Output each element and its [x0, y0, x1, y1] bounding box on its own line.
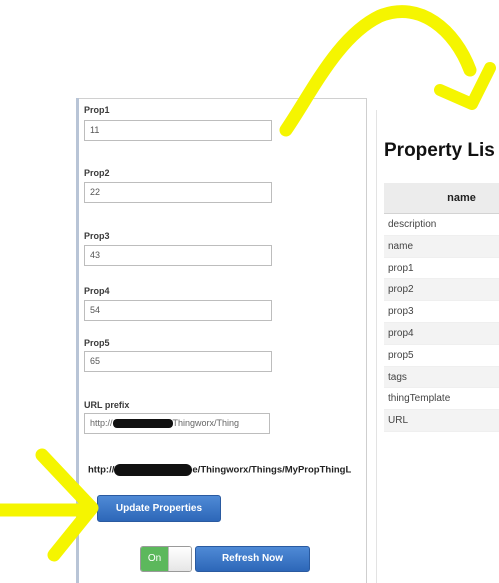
panel-edge-bar [76, 98, 79, 583]
update-properties-button[interactable]: Update Properties [97, 495, 221, 522]
prop5-input[interactable]: 65 [84, 351, 272, 372]
table-row[interactable]: prop3 [384, 301, 499, 323]
prop1-label: Prop1 [84, 105, 110, 115]
table-row[interactable]: prop2 [384, 279, 499, 302]
name-column-header[interactable]: name [384, 183, 499, 214]
table-row[interactable]: tags [384, 366, 499, 389]
url-prefix-input[interactable]: http:// Thingworx/Thing [84, 413, 270, 434]
table-row[interactable]: prop5 [384, 345, 499, 367]
table-row[interactable]: prop4 [384, 322, 499, 345]
refresh-now-button[interactable]: Refresh Now [195, 546, 310, 572]
toggle-knob [168, 547, 191, 571]
prop2-label: Prop2 [84, 168, 110, 178]
prop4-label: Prop4 [84, 286, 110, 296]
toggle-on-label: On [141, 547, 168, 571]
prop3-input[interactable]: 43 [84, 245, 272, 266]
url-prefix-end: Thingworx/Thing [172, 418, 240, 428]
url-prefix-label: URL prefix [84, 400, 130, 410]
prop4-input[interactable]: 54 [84, 300, 272, 321]
prop5-label: Prop5 [84, 338, 110, 348]
auto-refresh-toggle[interactable]: On [140, 546, 192, 572]
panel-divider [366, 98, 367, 583]
table-row[interactable]: description [384, 214, 499, 236]
prop2-input[interactable]: 22 [84, 182, 272, 203]
table-row[interactable]: thingTemplate [384, 388, 499, 411]
property-list-title: Property Lis [384, 140, 495, 161]
table-row[interactable]: prop1 [384, 258, 499, 280]
redacted-host [114, 464, 193, 476]
table-row[interactable]: URL [384, 410, 499, 432]
url-prefix-start: http:// [90, 418, 113, 428]
property-table: name description name prop1 prop2 prop3 … [384, 183, 499, 432]
resolved-url-start: http:// [88, 464, 115, 476]
resolved-url-end: e/Thingworx/Things/MyPropThingL [192, 464, 352, 476]
highlight-arrowhead [434, 62, 496, 110]
prop3-label: Prop3 [84, 231, 110, 241]
prop1-input[interactable]: 11 [84, 120, 272, 141]
table-row[interactable]: name [384, 235, 499, 258]
resolved-url-text: http:// e/Thingworx/Things/MyPropThingL [88, 464, 364, 476]
redacted-host [112, 419, 173, 429]
